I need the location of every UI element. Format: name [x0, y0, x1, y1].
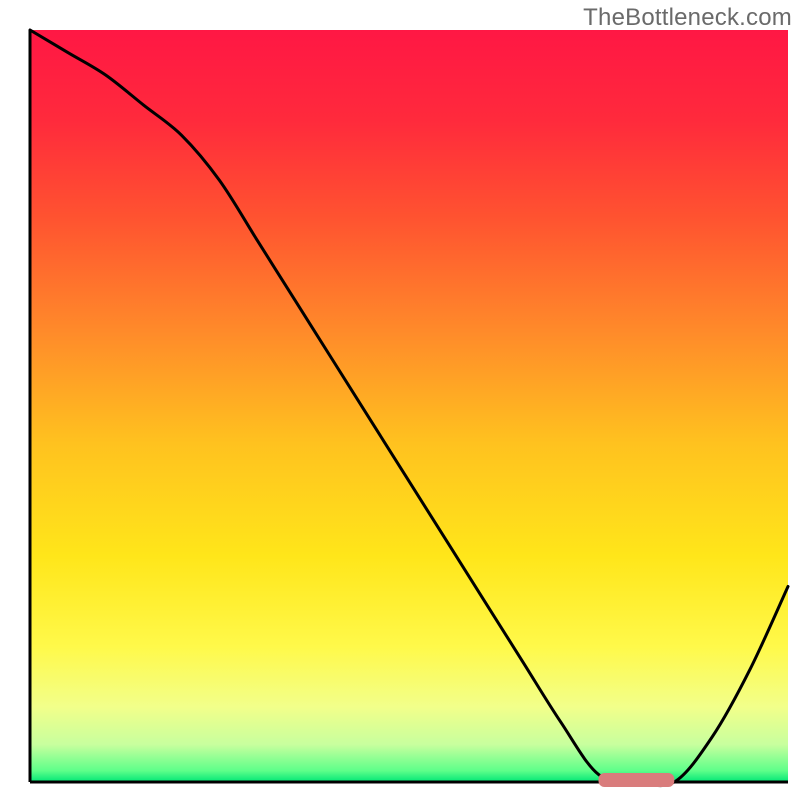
chart-container: TheBottleneck.com: [0, 0, 800, 800]
bottleneck-chart: [0, 0, 800, 800]
watermark-text: TheBottleneck.com: [583, 4, 792, 32]
gradient-background: [30, 30, 788, 782]
optimal-marker: [599, 773, 675, 787]
